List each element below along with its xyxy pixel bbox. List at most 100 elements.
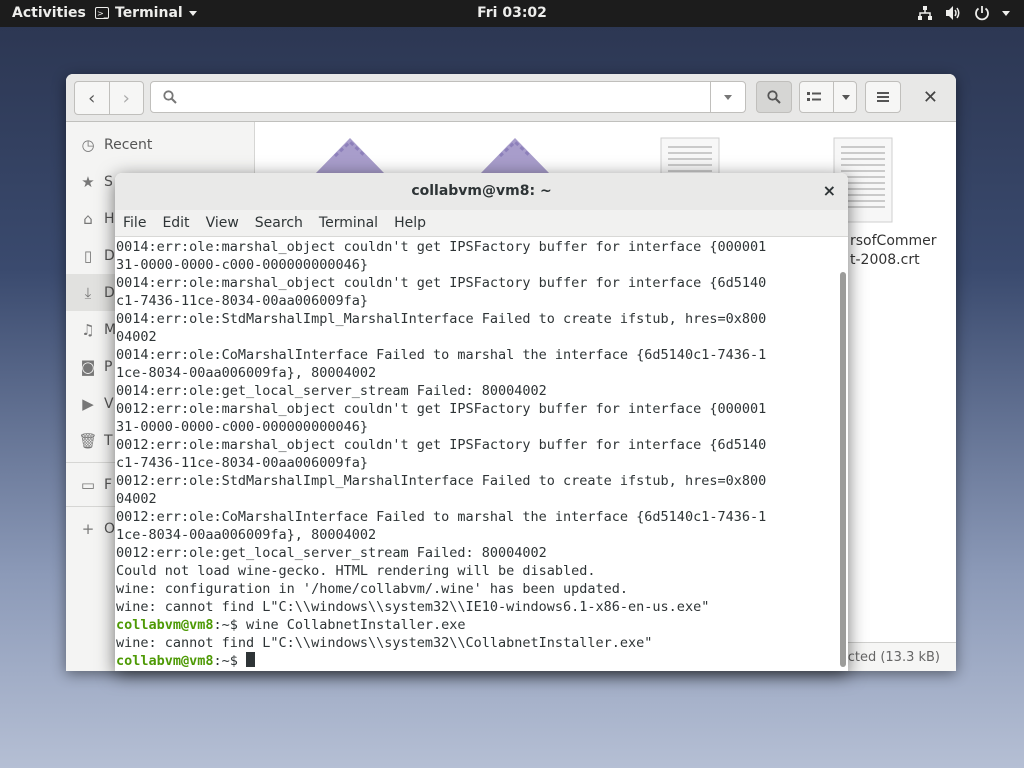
text-file-icon[interactable] [660,137,720,177]
terminal-line-text: :~$ wine CollabnetInstaller.exe [213,617,466,633]
menu-help[interactable]: Help [394,215,426,231]
terminal-line-text: 0014:err:ole:marshal_object couldn't get… [116,239,767,255]
document-icon: ▯ [83,246,93,265]
terminal-line: 31-0000-0000-c000-000000000046} [116,418,836,436]
sidebar-item-label: S [104,173,113,190]
search-button[interactable] [756,81,792,113]
network-icon [918,6,932,20]
selection-status: cted (13.3 kB) [836,642,956,671]
terminal-line-text: 0012:err:ole:CoMarshalInterface Failed t… [116,509,767,525]
app-menu-button[interactable]: >_ Terminal [95,5,197,21]
chevron-down-icon [188,10,197,16]
menu-edit[interactable]: Edit [162,215,189,231]
plus-icon: + [81,519,95,538]
terminal-line: c1-7436-11ce-8034-00aa006009fa} [116,454,836,472]
clock-icon: ◷ [81,135,95,154]
terminal-line: 0012:err:ole:CoMarshalInterface Failed t… [116,508,836,526]
terminal-line: 0012:err:ole:get_local_server_stream Fai… [116,544,836,562]
terminal-line-text: 04002 [116,329,157,345]
terminal-line: wine: configuration in '/home/collabvm/.… [116,580,836,598]
download-icon: ⤓ [84,283,92,302]
sidebar-item-label: D [104,284,115,301]
terminal-icon: >_ [95,7,109,19]
file-manager-headerbar: ‹ › ✕ [66,74,956,122]
sidebar-item-label: O [104,520,116,537]
terminal-line-text: 0014:err:ole:marshal_object couldn't get… [116,275,767,291]
terminal-line: wine: cannot find L"C:\\windows\\system3… [116,634,836,652]
terminal-menubar: File Edit View Search Terminal Help [115,210,848,237]
volume-icon [946,6,960,20]
back-button[interactable]: ‹ [75,82,109,114]
menu-terminal[interactable]: Terminal [319,215,378,231]
view-mode-button[interactable] [799,81,857,113]
search-icon [767,90,781,104]
terminal-line-text: 04002 [116,491,157,507]
menu-button[interactable] [865,81,901,113]
terminal-window[interactable]: collabvm@vm8: ~ × File Edit View Search … [115,173,848,671]
terminal-line-text: wine: cannot find L"C:\\windows\\system3… [116,599,710,615]
terminal-line: 04002 [116,490,836,508]
camera-icon: ◙ [80,357,96,376]
terminal-line: 0014:err:ole:marshal_object couldn't get… [116,274,836,292]
chevron-right-icon: › [122,87,130,109]
sidebar-item-label: D [104,247,115,264]
forward-button[interactable]: › [108,82,144,114]
terminal-line-text: wine: cannot find L"C:\\windows\\system3… [116,635,653,651]
terminal-line-text: :~$ [213,653,247,669]
sidebar-item-label: H [104,210,115,227]
terminal-line-text: 31-0000-0000-c000-000000000046} [116,257,368,273]
location-search-bar[interactable] [150,81,746,113]
terminal-line: 0012:err:ole:marshal_object couldn't get… [116,436,836,454]
shell-prompt: collabvm@vm8 [116,653,214,669]
sidebar-item-label: T [104,432,113,449]
terminal-line-text: 0012:err:ole:StdMarshalImpl_MarshalInter… [116,473,767,489]
trash-icon: 🗑 [78,431,98,450]
terminal-line: 0014:err:ole:StdMarshalImpl_MarshalInter… [116,310,836,328]
terminal-line: Could not load wine-gecko. HTML renderin… [116,562,836,580]
location-dropdown-button[interactable] [710,82,745,112]
terminal-line: 0014:err:ole:CoMarshalInterface Failed t… [116,346,836,364]
terminal-line-text: c1-7436-11ce-8034-00aa006009fa} [116,455,368,471]
menu-search[interactable]: Search [255,215,303,231]
terminal-line: 0014:err:ole:get_local_server_stream Fai… [116,382,836,400]
clock[interactable]: Fri 03:02 [477,5,547,21]
sidebar-item-label: F [104,476,113,493]
terminal-line: collabvm@vm8:~$ [116,652,836,670]
scrollbar[interactable] [840,272,846,667]
close-icon[interactable]: ✕ [923,87,938,108]
terminal-line: c1-7436-11ce-8034-00aa006009fa} [116,292,836,310]
search-icon [163,90,177,104]
shell-prompt: collabvm@vm8 [116,617,214,633]
chevron-left-icon: ‹ [88,87,96,109]
terminal-output[interactable]: 0014:err:ole:marshal_object couldn't get… [116,238,836,671]
activities-button[interactable]: Activities [12,5,86,21]
menu-view[interactable]: View [206,215,239,231]
terminal-line: 1ce-8034-00aa006009fa}, 80004002 [116,526,836,544]
terminal-line: 31-0000-0000-c000-000000000046} [116,256,836,274]
list-view-icon [806,92,821,101]
package-file-icon[interactable] [315,134,385,174]
menu-file[interactable]: File [123,215,146,231]
star-icon: ★ [81,172,95,191]
system-menu[interactable] [917,5,1010,21]
terminal-line-text: 0014:err:ole:get_local_server_stream Fai… [116,383,547,399]
close-icon[interactable]: × [823,181,836,200]
video-icon: ▶ [82,394,94,413]
home-icon: ⌂ [83,209,93,228]
terminal-line: wine: cannot find L"C:\\windows\\system3… [116,598,836,616]
file-name: rsofCommer t-2008.crt [850,232,937,270]
terminal-line-text: wine: configuration in '/home/collabvm/.… [116,581,629,597]
terminal-titlebar[interactable]: collabvm@vm8: ~ × [115,173,848,211]
terminal-line-text: 0014:err:ole:StdMarshalImpl_MarshalInter… [116,311,767,327]
terminal-line-text: 0012:err:ole:marshal_object couldn't get… [116,401,767,417]
terminal-line-text: Could not load wine-gecko. HTML renderin… [116,563,596,579]
terminal-line-text: c1-7436-11ce-8034-00aa006009fa} [116,293,368,309]
chevron-down-icon [1002,10,1010,16]
chevron-down-icon [724,94,732,100]
sidebar-item-recent[interactable]: ◷ Recent [66,126,254,163]
terminal-line-text: 0014:err:ole:CoMarshalInterface Failed t… [116,347,767,363]
music-icon: ♫ [81,320,95,339]
app-menu-label: Terminal [115,5,183,21]
package-file-icon[interactable] [480,134,550,174]
file-name-line: rsofCommer [850,233,937,249]
